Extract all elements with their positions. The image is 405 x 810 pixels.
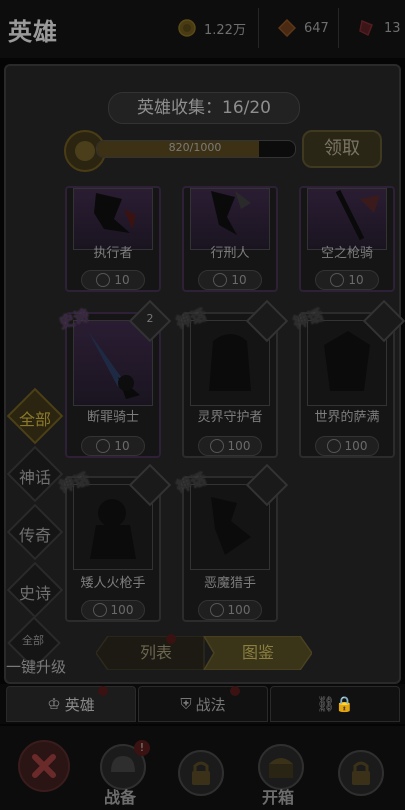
- hero-count: 10: [315, 270, 379, 290]
- open-chest-label: 开箱: [262, 788, 295, 807]
- hero-card-demon-hunter[interactable]: 神话 恶魔猎手 100: [174, 463, 289, 622]
- gold-coin-icon: [178, 19, 196, 37]
- view-toggle: 列表 图鉴: [96, 636, 312, 670]
- chain-lock-icon: ⛓🔒: [316, 695, 354, 713]
- hero-count: 100: [198, 436, 262, 456]
- battle-prep-label: 战备: [104, 788, 137, 807]
- red-gem-icon: [277, 18, 297, 38]
- ticket-icon: [358, 19, 376, 37]
- shard-icon: [209, 603, 224, 617]
- collection-progress-text: 820/1000: [168, 141, 222, 154]
- hero-count: 100: [81, 600, 145, 620]
- hero-name: 行刑人: [210, 246, 250, 261]
- gold-value: 1.22万: [204, 22, 246, 38]
- shard-icon: [330, 273, 345, 287]
- hero-name: 恶魔猎手: [203, 576, 256, 591]
- hero-card-judgment-knight[interactable]: 史诗 2 断罪骑士 10: [57, 299, 172, 458]
- hero-name: 断罪骑士: [86, 410, 139, 425]
- list-view-tab[interactable]: 列表: [106, 636, 206, 670]
- hero-card-dwarf-gunner[interactable]: 神话 矮人火枪手 100: [57, 463, 172, 622]
- filter-mythic-label: 神话: [19, 468, 52, 487]
- ticket-resource: 13: [358, 14, 401, 42]
- locked-slot-button[interactable]: [178, 750, 224, 796]
- upgrade-all-icon-label: 全部: [22, 634, 44, 647]
- locked-slot-button[interactable]: [338, 750, 384, 796]
- notification-dot: [230, 686, 240, 696]
- hero-count: 10: [81, 270, 145, 290]
- tab-heroes[interactable]: ♔ 英雄: [6, 686, 136, 722]
- hero-count: 100: [198, 600, 262, 620]
- divider: [338, 8, 339, 48]
- hero-name: 空之枪骑: [320, 246, 373, 261]
- divider: [258, 8, 259, 48]
- gallery-view-tab[interactable]: 图鉴: [208, 636, 308, 670]
- gem-value: 647: [304, 20, 329, 36]
- hero-name: 灵界守护者: [197, 410, 263, 425]
- filter-legendary-label: 传奇: [19, 526, 52, 545]
- lock-icon: [192, 761, 210, 785]
- hero-count: 100: [315, 436, 379, 456]
- hero-count: 10: [198, 270, 262, 290]
- ticket-value: 13: [384, 20, 401, 36]
- close-button[interactable]: [18, 740, 70, 792]
- notification-dot: [98, 686, 108, 696]
- filter-all-label: 全部: [19, 410, 52, 429]
- hero-name: 矮人火枪手: [80, 576, 146, 591]
- close-icon: [32, 754, 56, 778]
- shield-icon: ⛨: [180, 695, 192, 713]
- shard-icon: [209, 439, 224, 453]
- tab-locked[interactable]: ⛓🔒: [270, 686, 400, 722]
- notification-dot: [166, 634, 176, 644]
- shard-icon: [92, 603, 107, 617]
- shard-icon: [96, 273, 111, 287]
- page-title: 英雄: [8, 18, 58, 46]
- chest-icon: [269, 758, 293, 778]
- filter-epic-label: 史诗: [19, 584, 52, 603]
- hero-card-sky-lancer[interactable]: 空之枪骑 10: [299, 186, 395, 292]
- hero-card-executor[interactable]: 执行者 10: [65, 186, 161, 292]
- crown-icon: ♔: [47, 695, 61, 713]
- hero-portrait: [73, 188, 153, 250]
- lock-icon: [352, 761, 370, 785]
- hero-card-world-shaman[interactable]: 神话 世界的萨满 100: [291, 299, 405, 458]
- upgrade-all-label: 一键升级: [6, 658, 67, 676]
- shard-icon: [213, 273, 228, 287]
- gem-resource: 647: [277, 14, 329, 42]
- alert-badge: !: [134, 740, 150, 756]
- hero-portrait: [307, 188, 387, 250]
- tab-tactics[interactable]: ⛨ 战法: [138, 686, 268, 722]
- shard-icon: [96, 439, 111, 453]
- collection-title: 英雄收集：16/20: [108, 92, 300, 124]
- hero-card-spirit-guardian[interactable]: 神话 灵界守护者 100: [174, 299, 289, 458]
- hero-card-executioner[interactable]: 行刑人 10: [182, 186, 278, 292]
- hero-count: 10: [81, 436, 145, 456]
- shard-icon: [326, 439, 341, 453]
- claim-button[interactable]: 领取: [302, 130, 382, 168]
- gold-resource: 1.22万: [178, 14, 246, 42]
- hero-name: 世界的萨满: [314, 410, 380, 425]
- hero-portrait: [190, 188, 270, 250]
- hero-name: 执行者: [93, 246, 133, 261]
